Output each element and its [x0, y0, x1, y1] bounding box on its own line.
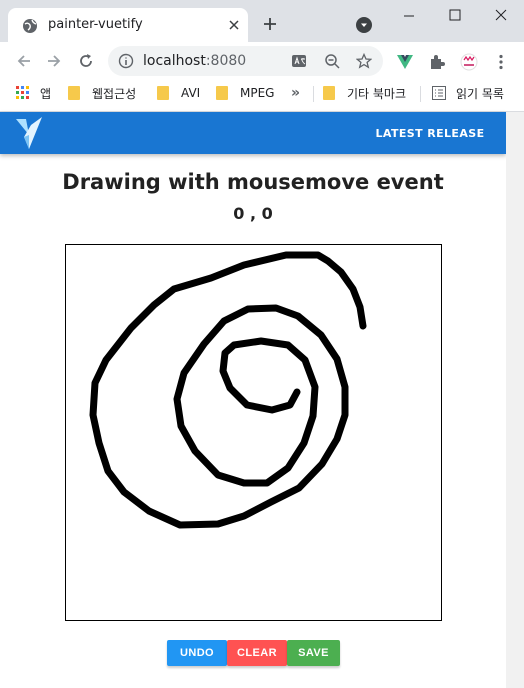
translate-icon[interactable]: [291, 53, 307, 69]
more-menu-icon[interactable]: [492, 53, 510, 71]
globe-icon: [23, 19, 37, 33]
tab-search-icon[interactable]: [356, 17, 372, 33]
profile-avatar-icon[interactable]: [460, 53, 478, 71]
action-buttons: UNDO CLEAR SAVE: [167, 640, 340, 666]
bookmarks-bar: 앱 웹접근성 AVI MPEG » 기타 북마크 읽기 목록: [0, 80, 524, 112]
app-toolbar: LATEST RELEASE: [0, 112, 506, 154]
folder-icon: [216, 86, 228, 100]
bookmark-label: AVI: [181, 86, 201, 100]
forward-arrow-icon[interactable]: [46, 53, 62, 69]
folder-icon: [157, 86, 169, 100]
address-bar[interactable]: localhost:8080: [108, 46, 383, 76]
reading-list-icon: [432, 86, 446, 100]
apps-grid-icon: [16, 86, 29, 99]
page-scrollbar[interactable]: [506, 112, 524, 688]
bookmark-label: MPEG: [240, 86, 275, 100]
bookmark-folder-avi[interactable]: AVI: [157, 80, 200, 106]
new-tab-icon[interactable]: [262, 16, 278, 32]
bookmark-label: 웹접근성: [92, 86, 137, 101]
browser-toolbar: localhost:8080: [0, 42, 524, 80]
folder-icon: [68, 86, 80, 100]
drawn-stroke: [89, 251, 367, 529]
bookmarks-divider: [420, 86, 421, 102]
bookmark-folder-mpeg[interactable]: MPEG: [216, 80, 274, 106]
undo-button[interactable]: UNDO: [167, 640, 227, 666]
drawing-surface: [89, 251, 367, 529]
minimize-icon[interactable]: [386, 0, 432, 32]
bookmark-star-icon[interactable]: [356, 53, 372, 69]
bookmark-folder-accessibility[interactable]: 웹접근성: [68, 80, 136, 106]
save-button[interactable]: SAVE: [287, 640, 340, 666]
mouse-coordinates: 0 , 0: [233, 204, 273, 223]
url-host: localhost: [143, 53, 206, 69]
vue-devtools-icon[interactable]: [396, 53, 414, 71]
folder-icon: [323, 86, 335, 100]
url-port: :8080: [205, 53, 247, 69]
bookmark-reading-list[interactable]: 읽기 목록: [432, 80, 504, 106]
latest-release-button[interactable]: LATEST RELEASE: [374, 120, 486, 146]
site-info-icon[interactable]: [118, 53, 134, 69]
close-tab-icon[interactable]: [226, 17, 242, 33]
bookmarks-overflow-chevron[interactable]: »: [291, 85, 300, 101]
maximize-icon[interactable]: [432, 0, 478, 32]
drawing-canvas[interactable]: [65, 244, 442, 621]
bookmark-label: 앱: [40, 86, 52, 101]
zoom-out-icon[interactable]: [324, 53, 340, 69]
extensions-puzzle-icon[interactable]: [428, 53, 446, 71]
page-title: Drawing with mousemove event: [62, 170, 444, 194]
bookmarks-divider: [313, 86, 314, 102]
bookmark-folder-other[interactable]: 기타 북마크: [323, 80, 406, 106]
back-arrow-icon[interactable]: [16, 53, 32, 69]
window-close-icon[interactable]: [478, 0, 524, 32]
vuetify-logo-icon: [16, 117, 42, 149]
url-text[interactable]: localhost:8080: [143, 53, 246, 69]
bookmark-label: 읽기 목록: [456, 86, 504, 101]
bookmark-label: 기타 북마크: [347, 86, 407, 101]
reload-icon[interactable]: [78, 53, 94, 69]
tab-title: painter-vuetify: [48, 17, 143, 32]
clear-button[interactable]: CLEAR: [227, 640, 287, 666]
bookmark-apps[interactable]: 앱: [16, 80, 51, 106]
browser-titlebar: painter-vuetify: [0, 0, 524, 42]
browser-tab[interactable]: painter-vuetify: [8, 8, 248, 42]
